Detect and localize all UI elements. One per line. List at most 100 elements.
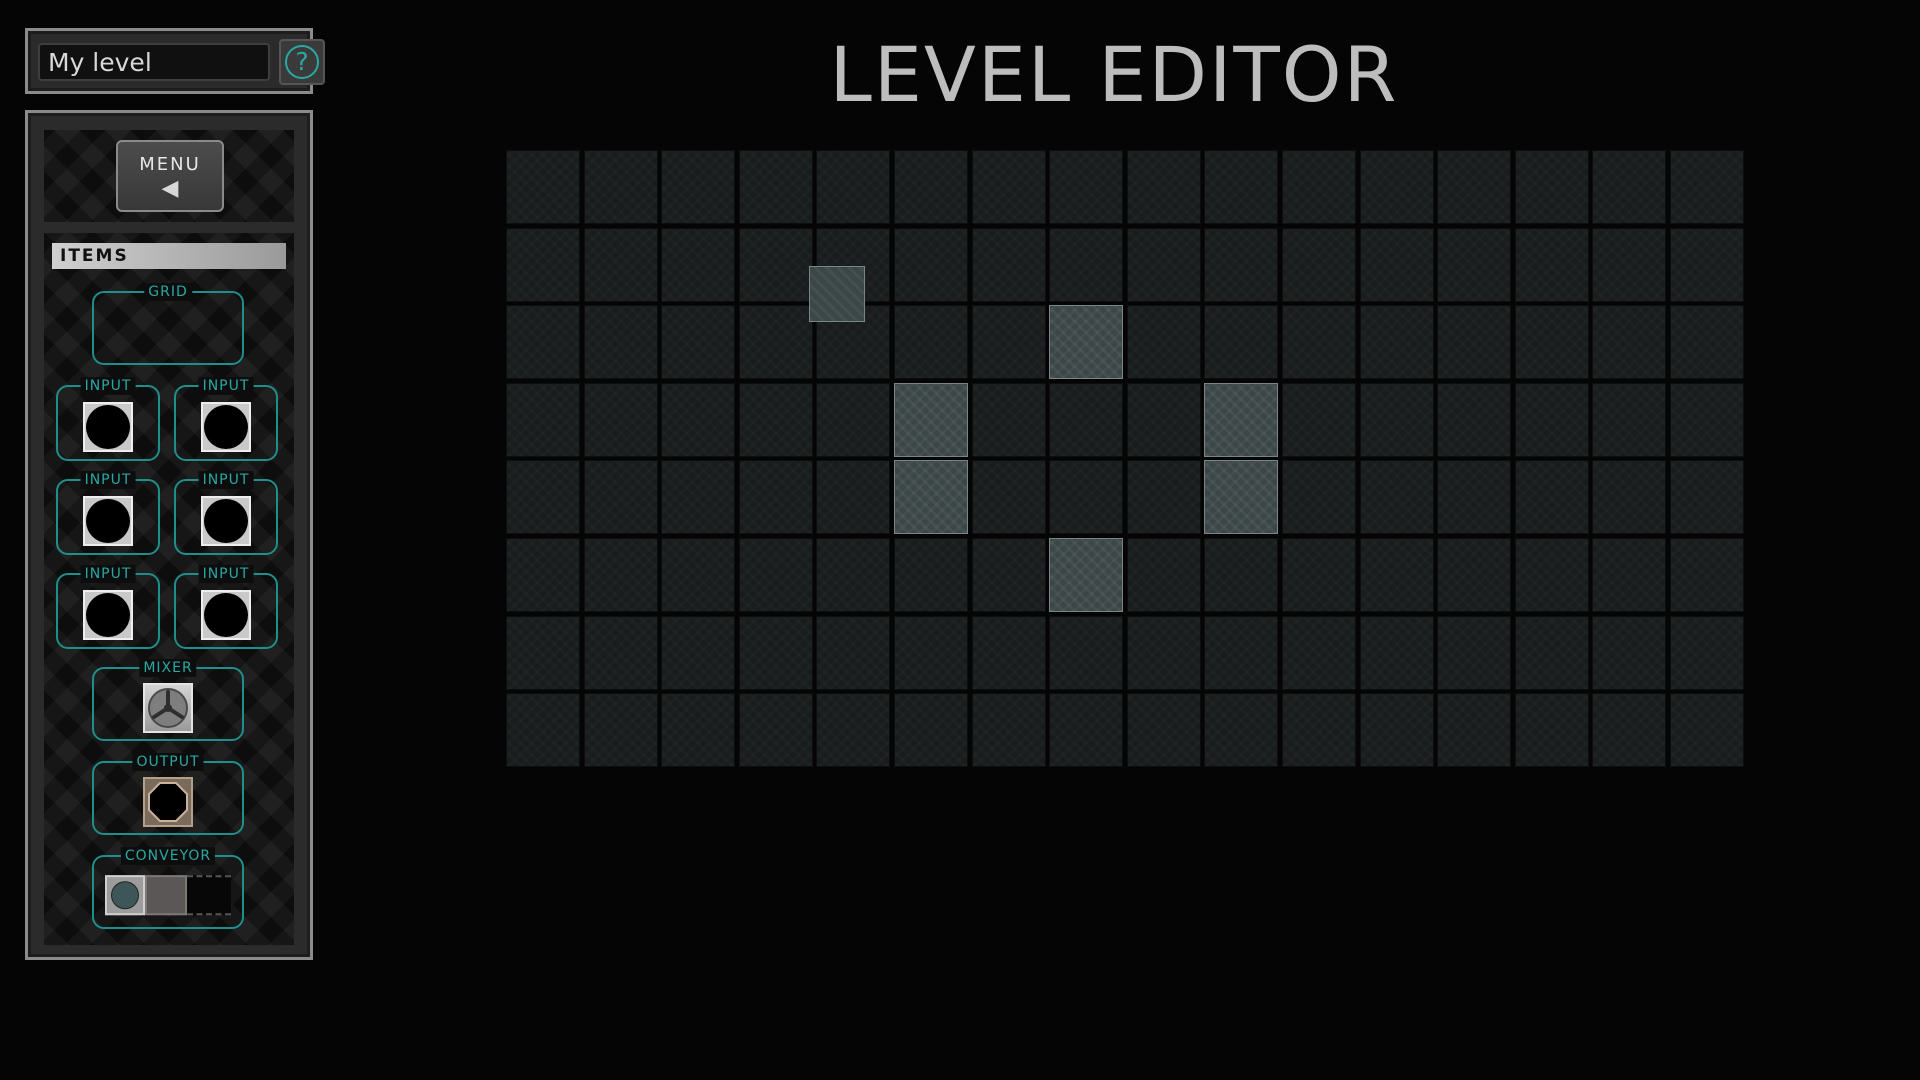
grid-cell[interactable] <box>1359 150 1434 224</box>
grid-cell[interactable] <box>661 382 736 457</box>
grid-cell[interactable] <box>971 460 1046 535</box>
grid-cell[interactable] <box>738 615 813 690</box>
grid-cell[interactable] <box>583 150 658 224</box>
grid-cell[interactable] <box>1049 382 1124 457</box>
grid-cell[interactable] <box>1437 305 1512 380</box>
grid-cell[interactable] <box>1282 227 1356 302</box>
grid-cell[interactable] <box>1282 305 1356 380</box>
grid-cell[interactable] <box>506 615 580 690</box>
grid-cell[interactable] <box>1670 305 1744 380</box>
grid-cell[interactable] <box>1282 460 1356 535</box>
menu-button[interactable]: MENU ◀ <box>116 140 224 212</box>
grid-cell[interactable] <box>1670 693 1744 768</box>
grid-cell[interactable] <box>661 460 736 535</box>
grid-cell[interactable] <box>1437 460 1512 535</box>
grid-cell[interactable] <box>738 305 813 380</box>
grid-cell[interactable] <box>1126 615 1201 690</box>
grid-cell[interactable] <box>1437 150 1512 224</box>
item-conveyor[interactable]: CONVEYOR <box>92 847 244 929</box>
grid-cell[interactable] <box>1592 460 1667 535</box>
grid-cell[interactable] <box>583 615 658 690</box>
item-input[interactable]: INPUT <box>174 565 278 649</box>
grid-cell[interactable] <box>971 382 1046 457</box>
grid-cell[interactable] <box>1592 227 1667 302</box>
grid-cell[interactable] <box>506 538 580 612</box>
grid-cell[interactable] <box>661 538 736 612</box>
grid-cell[interactable] <box>1437 693 1512 768</box>
grid-cell[interactable] <box>1204 305 1279 380</box>
grid-cell[interactable] <box>1592 693 1667 768</box>
grid-cell[interactable] <box>971 305 1046 380</box>
grid-cell[interactable] <box>506 150 580 224</box>
grid-cell[interactable] <box>1359 538 1434 612</box>
grid-cell[interactable] <box>1049 460 1124 535</box>
placed-tile[interactable] <box>809 265 866 322</box>
grid-cell[interactable] <box>1282 150 1356 224</box>
grid-cell[interactable] <box>1204 615 1279 690</box>
grid-cell[interactable] <box>506 460 580 535</box>
grid-cell[interactable] <box>816 615 891 690</box>
grid-cell[interactable] <box>816 150 891 224</box>
grid-cell[interactable] <box>738 460 813 535</box>
grid-cell[interactable] <box>506 382 580 457</box>
grid-cell[interactable] <box>894 693 968 768</box>
item-input[interactable]: INPUT <box>56 471 160 555</box>
grid-cell[interactable] <box>816 382 891 457</box>
item-grid[interactable]: GRID <box>92 283 244 365</box>
grid-cell[interactable] <box>506 693 580 768</box>
grid-cell[interactable] <box>971 693 1046 768</box>
grid-cell-filled[interactable] <box>1049 538 1124 612</box>
grid-cell[interactable] <box>1049 615 1124 690</box>
grid-cell[interactable] <box>1437 227 1512 302</box>
grid-cell-filled[interactable] <box>1204 382 1279 457</box>
item-input[interactable]: INPUT <box>174 471 278 555</box>
grid-cell[interactable] <box>971 615 1046 690</box>
grid-cell[interactable] <box>1592 150 1667 224</box>
grid-cell[interactable] <box>894 538 968 612</box>
grid-cell[interactable] <box>1670 150 1744 224</box>
grid-cell[interactable] <box>1204 538 1279 612</box>
grid-cell[interactable] <box>583 305 658 380</box>
grid-cell[interactable] <box>1437 615 1512 690</box>
grid-cell[interactable] <box>894 227 968 302</box>
grid-cell[interactable] <box>1592 382 1667 457</box>
grid-cell[interactable] <box>738 693 813 768</box>
item-output[interactable]: OUTPUT <box>92 753 244 835</box>
grid-cell[interactable] <box>738 150 813 224</box>
grid-cell[interactable] <box>816 538 891 612</box>
grid-cell[interactable] <box>1204 227 1279 302</box>
grid-cell[interactable] <box>1049 693 1124 768</box>
grid-cell[interactable] <box>738 382 813 457</box>
grid-cell[interactable] <box>506 227 580 302</box>
grid-cell[interactable] <box>1204 150 1279 224</box>
grid-cell-filled[interactable] <box>1204 460 1279 535</box>
grid-cell[interactable] <box>816 460 891 535</box>
grid-cell[interactable] <box>738 227 813 302</box>
grid-cell[interactable] <box>1204 693 1279 768</box>
grid-cell[interactable] <box>1359 693 1434 768</box>
grid-cell[interactable] <box>1282 382 1356 457</box>
grid-cell[interactable] <box>1670 460 1744 535</box>
grid-cell[interactable] <box>1514 615 1589 690</box>
grid-cell[interactable] <box>506 305 580 380</box>
grid-cell[interactable] <box>894 150 968 224</box>
grid-cell[interactable] <box>1514 305 1589 380</box>
grid-cell[interactable] <box>1126 305 1201 380</box>
grid-cell[interactable] <box>1514 382 1589 457</box>
grid-cell[interactable] <box>583 227 658 302</box>
grid-cell[interactable] <box>1514 693 1589 768</box>
grid-cell[interactable] <box>1126 460 1201 535</box>
grid-cell-filled[interactable] <box>1049 305 1124 380</box>
grid-cell[interactable] <box>1126 693 1201 768</box>
grid-cell[interactable] <box>1126 538 1201 612</box>
grid-cell[interactable] <box>971 227 1046 302</box>
grid-cell[interactable] <box>1670 615 1744 690</box>
grid-cell[interactable] <box>1592 538 1667 612</box>
grid-cell[interactable] <box>661 305 736 380</box>
item-input[interactable]: INPUT <box>174 377 278 461</box>
grid-cell[interactable] <box>971 538 1046 612</box>
grid-cell[interactable] <box>1049 150 1124 224</box>
grid-cell[interactable] <box>583 538 658 612</box>
grid-cell[interactable] <box>661 693 736 768</box>
grid-cell[interactable] <box>1359 382 1434 457</box>
